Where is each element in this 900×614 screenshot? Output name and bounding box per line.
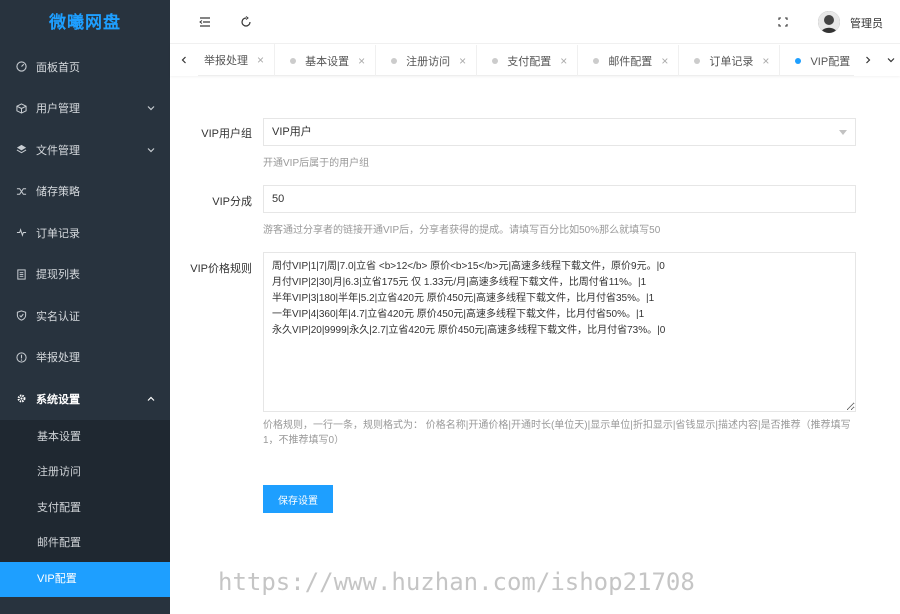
sidebar-item-orders[interactable]: 订单记录: [0, 212, 170, 254]
sidebar-item-label: 系统设置: [36, 393, 80, 406]
watermark-text: https://www.huzhan.com/ishop21708: [218, 568, 695, 596]
sidebar-item-label: 用户管理: [36, 103, 80, 116]
tab-register[interactable]: 注册访问 ×: [379, 45, 478, 76]
sidebar-item-storage[interactable]: 储存策略: [0, 171, 170, 213]
vip-group-hint: 开通VIP后属于的用户组: [263, 158, 370, 169]
layers-icon: [14, 143, 28, 157]
vip-price-hint: 价格规则，一行一条，规则格式为： 价格名称|开通价格|开通时长(单位天)|显示单…: [263, 420, 851, 446]
vip-share-label: VIP分成: [212, 196, 252, 208]
save-settings-button[interactable]: 保存设置: [263, 485, 333, 513]
close-icon[interactable]: ×: [358, 54, 365, 68]
sidebar-item-label: 实名认证: [36, 310, 80, 323]
tab-vip[interactable]: VIP配置×: [783, 45, 852, 76]
app-logo[interactable]: 微曦网盘: [0, 0, 170, 46]
shuffle-icon: [14, 184, 28, 198]
tab-label: 邮件配置: [608, 56, 653, 68]
sidebar-item-realname[interactable]: 实名认证: [0, 295, 170, 337]
sidebar-item-withdraw[interactable]: 提现列表: [0, 254, 170, 296]
chevron-up-icon: [146, 394, 156, 404]
top-header: 管理员: [170, 0, 900, 44]
tab-bar: 举报处理 × 基本设置 × 注册访问 × 支付配置 × 邮件配置 × 订单记录 × VIP配…: [170, 44, 900, 76]
tab-dot: [795, 58, 802, 64]
settings-submenu: 基本设置 注册访问 支付配置 邮件配置 VIP配置: [0, 419, 170, 597]
tab-label: 订单记录: [709, 56, 754, 68]
shield-check-icon: [14, 309, 28, 323]
vip-group-label: VIP用户组: [201, 128, 252, 140]
tab-reports[interactable]: 举报处理 ×: [198, 44, 276, 76]
user-name[interactable]: 管理员: [850, 15, 883, 31]
chevron-down-icon: [146, 103, 156, 113]
pulse-icon: [14, 226, 28, 240]
vip-share-hint: 游客通过分享者的链接开通VIP后，分享者获得的提成。请填写百分比如50%那么就填…: [263, 225, 661, 236]
menu-fold-icon[interactable]: [198, 15, 212, 29]
submenu-item-vip[interactable]: VIP配置: [0, 561, 170, 597]
tab-menu-dropdown-button[interactable]: [882, 44, 900, 76]
sidebar-item-label: 面板首页: [36, 61, 80, 74]
sidebar-item-settings[interactable]: 系统设置: [0, 378, 170, 420]
tab-dot: [290, 58, 297, 64]
close-icon[interactable]: ×: [459, 54, 466, 68]
tab-orders[interactable]: 订单记录 ×: [682, 45, 781, 76]
list-icon: [14, 267, 28, 281]
tab-label: 举报处理: [204, 55, 248, 67]
tab-label: 注册访问: [406, 56, 451, 68]
tab-list: 举报处理 × 基本设置 × 注册访问 × 支付配置 × 邮件配置 × 订单记录 × VIP配…: [198, 44, 852, 76]
tab-dot: [593, 58, 600, 64]
vip-group-selected-value: VIP用户: [272, 126, 312, 138]
tab-label: 支付配置: [507, 56, 552, 68]
chevron-down-icon: [146, 145, 156, 155]
vip-price-label: VIP价格规则: [190, 263, 252, 275]
sidebar: 微曦网盘 面板首页 用户管理 文件管理 储存策略 订单记录 提现列表 实名认证 …: [0, 0, 170, 614]
close-icon[interactable]: ×: [257, 53, 264, 67]
tab-dot: [694, 58, 701, 64]
tab-dot: [391, 58, 398, 64]
fullscreen-icon[interactable]: [776, 15, 790, 29]
gear-icon: [14, 392, 28, 406]
sidebar-item-label: 提现列表: [36, 269, 80, 282]
avatar[interactable]: [818, 11, 840, 33]
dashboard-icon: [14, 60, 28, 74]
close-icon[interactable]: ×: [762, 54, 769, 68]
tab-email[interactable]: 邮件配置 ×: [581, 45, 680, 76]
caret-down-icon: [839, 130, 847, 135]
tab-scroll-right-button[interactable]: [854, 44, 882, 76]
sidebar-item-files[interactable]: 文件管理: [0, 129, 170, 171]
sidebar-item-label: 文件管理: [36, 144, 80, 157]
submenu-item-payment[interactable]: 支付配置: [0, 491, 170, 527]
tab-basic-settings[interactable]: 基本设置 ×: [278, 45, 377, 76]
submenu-item-register[interactable]: 注册访问: [0, 455, 170, 491]
sidebar-item-label: 储存策略: [36, 186, 80, 199]
refresh-icon[interactable]: [239, 15, 253, 29]
sidebar-item-users[interactable]: 用户管理: [0, 88, 170, 130]
cube-icon: [14, 101, 28, 115]
tab-label: 基本设置: [305, 56, 350, 68]
vip-share-input[interactable]: [263, 185, 856, 213]
vip-price-textarea[interactable]: 周付VIP|1|7|周|7.0|立省 <b>12</b> 原价<b>15</b>…: [263, 252, 856, 412]
vip-group-select[interactable]: VIP用户: [263, 118, 856, 146]
sidebar-item-reports[interactable]: 举报处理: [0, 337, 170, 379]
close-icon[interactable]: ×: [661, 54, 668, 68]
sidebar-item-label: 举报处理: [36, 352, 80, 365]
sidebar-item-dashboard[interactable]: 面板首页: [0, 46, 170, 88]
close-icon[interactable]: ×: [560, 54, 567, 68]
tab-dot: [492, 58, 499, 64]
alert-icon: [14, 350, 28, 364]
tab-label: VIP配置: [810, 56, 851, 68]
sidebar-item-label: 订单记录: [36, 227, 80, 240]
submenu-item-email[interactable]: 邮件配置: [0, 526, 170, 562]
submenu-item-basic[interactable]: 基本设置: [0, 420, 170, 456]
tab-payment[interactable]: 支付配置 ×: [480, 45, 579, 76]
tab-scroll-left-button[interactable]: [170, 44, 198, 76]
